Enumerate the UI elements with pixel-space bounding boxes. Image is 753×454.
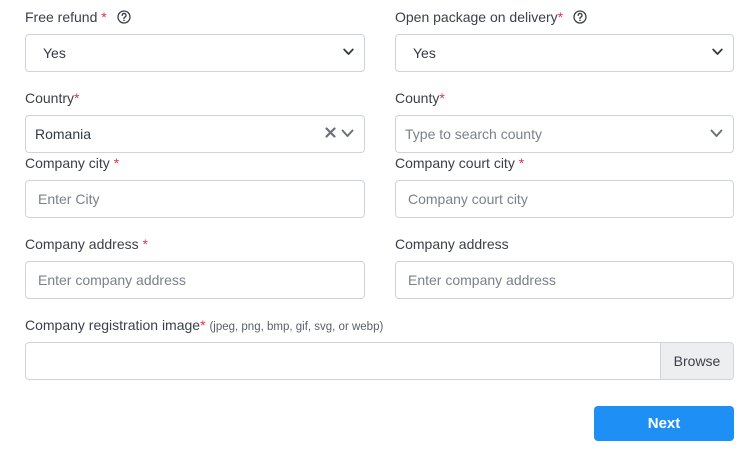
free-refund-label-text: Free refund xyxy=(25,9,98,25)
chevron-down-icon xyxy=(712,48,723,55)
company-address-2-label-text: Company address xyxy=(395,236,509,252)
county-placeholder: Type to search county xyxy=(405,126,542,142)
free-refund-value: Yes xyxy=(43,45,66,61)
company-address-2-placeholder: Enter company address xyxy=(408,272,556,288)
free-refund-label: Free refund * xyxy=(25,8,131,26)
county-label: County* xyxy=(395,89,445,107)
browse-button[interactable]: Browse xyxy=(660,343,733,379)
company-court-city-label: Company court city * xyxy=(395,154,524,172)
required-mark: * xyxy=(113,155,120,171)
county-label-text: County xyxy=(395,90,440,106)
free-refund-select[interactable]: Yes xyxy=(25,34,365,72)
chevron-down-icon[interactable] xyxy=(710,129,723,138)
company-court-city-input[interactable]: Company court city xyxy=(395,180,734,218)
registration-image-file-input[interactable]: Browse xyxy=(25,342,734,380)
question-circle-icon[interactable] xyxy=(116,10,131,24)
file-type-hint: (jpeg, png, bmp, gif, svg, or webp) xyxy=(209,321,384,333)
chevron-down-icon[interactable] xyxy=(341,129,354,138)
company-address-2-label: Company address xyxy=(395,235,509,253)
registration-image-label: Company registration image* (jpeg, png, … xyxy=(25,316,383,336)
required-mark: * xyxy=(557,9,564,25)
required-mark: * xyxy=(200,317,206,333)
required-mark: * xyxy=(74,90,80,106)
country-label-text: Country xyxy=(25,90,75,106)
open-package-label: Open package on delivery* xyxy=(395,8,587,26)
required-mark: * xyxy=(439,90,445,106)
company-city-placeholder: Enter City xyxy=(38,191,100,207)
required-mark: * xyxy=(518,155,525,171)
company-city-label: Company city * xyxy=(25,154,119,172)
company-address-label: Company address * xyxy=(25,235,148,253)
registration-image-label-text: Company registration image xyxy=(25,317,201,333)
required-mark: * xyxy=(101,9,107,25)
country-value: Romania xyxy=(35,126,92,142)
company-address-2-input[interactable]: Enter company address xyxy=(395,261,734,299)
country-label: Country* xyxy=(25,89,79,107)
company-city-input[interactable]: Enter City xyxy=(25,180,365,218)
country-select[interactable]: Romania xyxy=(25,115,365,153)
open-package-value: Yes xyxy=(413,45,436,61)
company-address-input[interactable]: Enter company address xyxy=(25,261,365,299)
open-package-select[interactable]: Yes xyxy=(395,34,734,72)
next-button[interactable]: Next xyxy=(594,406,734,441)
county-select[interactable]: Type to search county xyxy=(395,115,734,153)
open-package-label-text: Open package on delivery xyxy=(395,9,558,25)
company-address-label-text: Company address xyxy=(25,236,139,252)
chevron-down-icon xyxy=(343,48,354,55)
question-circle-icon[interactable] xyxy=(573,10,587,24)
company-court-city-label-text: Company court city xyxy=(395,155,515,171)
company-address-placeholder: Enter company address xyxy=(38,272,186,288)
required-mark: * xyxy=(142,236,148,252)
company-city-label-text: Company city xyxy=(25,155,110,171)
close-icon[interactable] xyxy=(325,127,336,138)
company-court-city-placeholder: Company court city xyxy=(408,191,528,207)
